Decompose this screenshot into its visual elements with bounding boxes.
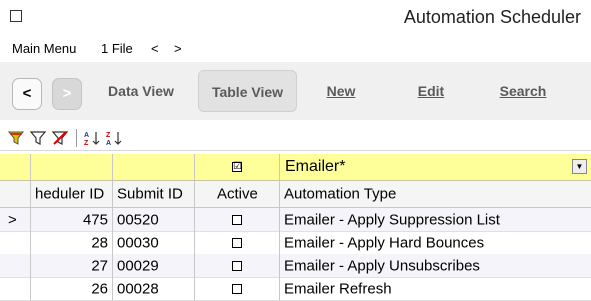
menu-bar: Main Menu 1 File < >	[0, 36, 591, 60]
chevron-down-icon[interactable]: ▼	[572, 159, 587, 174]
automation-type-cell[interactable]: Emailer - Apply Suppression List	[280, 208, 591, 231]
filter-scheduler-id[interactable]	[31, 154, 113, 180]
svg-text:A: A	[106, 140, 111, 146]
header-selector	[0, 181, 31, 207]
submit-id-cell[interactable]: 00028	[113, 277, 195, 300]
filter-toolbar: AZ ZA	[0, 126, 591, 151]
column-header-label: Automation Type	[284, 185, 397, 203]
filter-automation-type-value: Emailer*	[285, 158, 346, 175]
scheduler-id: 27	[91, 257, 108, 274]
active-cell[interactable]	[195, 254, 280, 277]
table-row[interactable]: 28 00030 Emailer - Apply Hard Bounces	[0, 231, 591, 255]
active-checkbox[interactable]	[232, 283, 242, 294]
filter-automation-type[interactable]: Emailer* ▼	[280, 154, 591, 180]
file-menu[interactable]: 1 File	[101, 41, 133, 56]
column-header-label: Active	[217, 185, 258, 203]
automation-type-cell[interactable]: Emailer - Apply Hard Bounces	[280, 231, 591, 254]
submit-id-cell[interactable]: 00030	[113, 231, 195, 254]
column-header-scheduler-id[interactable]: heduler ID	[31, 181, 113, 207]
active-cell[interactable]	[195, 231, 280, 254]
scheduler-id: 475	[82, 211, 108, 228]
scheduler-id-cell[interactable]: 27	[31, 254, 113, 277]
window-title: Automation Scheduler	[403, 7, 581, 27]
svg-text:Z: Z	[106, 132, 111, 139]
submit-id: 00030	[117, 234, 159, 251]
automation-type-cell[interactable]: Emailer Refresh	[280, 277, 591, 300]
submit-id-cell[interactable]: 00520	[113, 208, 195, 231]
table-view-button[interactable]: Table View	[198, 70, 297, 112]
automation-type: Emailer - Apply Unsubscribes	[284, 257, 480, 274]
edit-button[interactable]: Edit	[410, 70, 452, 112]
toolbar-divider	[76, 129, 77, 147]
column-header-label: heduler ID	[35, 185, 105, 203]
app-icon	[10, 10, 22, 22]
row-selector[interactable]	[0, 231, 31, 254]
search-button[interactable]: Search	[492, 70, 554, 112]
current-row-marker: >	[8, 211, 17, 228]
filter-active-checkbox[interactable]: ☑	[232, 162, 242, 172]
svg-text:A: A	[84, 132, 89, 139]
menu-back[interactable]: <	[151, 41, 159, 56]
filter-row: ☑ Emailer* ▼	[0, 154, 591, 181]
data-view-button[interactable]: Data View	[100, 70, 182, 112]
scheduler-id: 26	[91, 280, 108, 297]
new-label: New	[326, 83, 356, 99]
automation-type-cell[interactable]: Emailer - Apply Unsubscribes	[280, 254, 591, 277]
active-cell[interactable]	[195, 277, 280, 300]
automation-type: Emailer - Apply Hard Bounces	[284, 234, 485, 251]
automation-type: Emailer - Apply Suppression List	[284, 211, 500, 228]
main-menu[interactable]: Main Menu	[12, 41, 76, 56]
active-checkbox[interactable]	[232, 260, 242, 271]
submit-id: 00028	[117, 280, 159, 297]
row-selector[interactable]: >	[0, 208, 31, 231]
data-grid: ☑ Emailer* ▼ heduler ID Submit ID Active…	[0, 154, 591, 301]
active-checkbox[interactable]	[232, 214, 242, 225]
back-button[interactable]: <	[12, 78, 42, 110]
submit-id: 00520	[117, 211, 159, 228]
table-row[interactable]: > 475 00520 Emailer - Apply Suppression …	[0, 208, 591, 232]
filter-submit-id[interactable]	[113, 154, 195, 180]
column-header-label: Submit ID	[117, 185, 183, 203]
filter-active[interactable]: ☑	[195, 154, 280, 180]
table-row[interactable]: 27 00029 Emailer - Apply Unsubscribes	[0, 254, 591, 278]
active-cell[interactable]	[195, 208, 280, 231]
header-row: heduler ID Submit ID Active Automation T…	[0, 181, 591, 208]
scheduler-id-cell[interactable]: 28	[31, 231, 113, 254]
scheduler-id: 28	[91, 234, 108, 251]
filter-by-selection-icon[interactable]	[7, 130, 25, 146]
search-label: Search	[499, 83, 547, 99]
scheduler-id-cell[interactable]: 475	[31, 208, 113, 231]
new-button[interactable]: New	[318, 70, 364, 112]
active-checkbox[interactable]	[232, 237, 242, 248]
filter-icon[interactable]	[29, 130, 47, 146]
forward-button[interactable]: >	[52, 78, 82, 110]
edit-label: Edit	[417, 83, 445, 99]
scheduler-id-cell[interactable]: 26	[31, 277, 113, 300]
clear-filter-icon[interactable]	[51, 130, 69, 146]
row-selector[interactable]	[0, 254, 31, 277]
column-header-active[interactable]: Active	[195, 181, 280, 207]
sort-ascending-icon[interactable]: AZ	[84, 130, 100, 147]
automation-type: Emailer Refresh	[284, 280, 392, 297]
table-row[interactable]: 26 00028 Emailer Refresh	[0, 277, 591, 301]
submit-id: 00029	[117, 257, 159, 274]
menu-forward[interactable]: >	[174, 41, 182, 56]
column-header-automation-type[interactable]: Automation Type	[280, 181, 591, 207]
toolbar: < > Data View Table View New Edit Search	[0, 62, 591, 120]
sort-descending-icon[interactable]: ZA	[106, 130, 122, 147]
column-header-submit-id[interactable]: Submit ID	[113, 181, 195, 207]
row-selector[interactable]	[0, 277, 31, 300]
svg-text:Z: Z	[84, 140, 89, 146]
title-bar: Automation Scheduler	[0, 0, 591, 36]
submit-id-cell[interactable]: 00029	[113, 254, 195, 277]
filter-row-selector	[0, 154, 31, 180]
